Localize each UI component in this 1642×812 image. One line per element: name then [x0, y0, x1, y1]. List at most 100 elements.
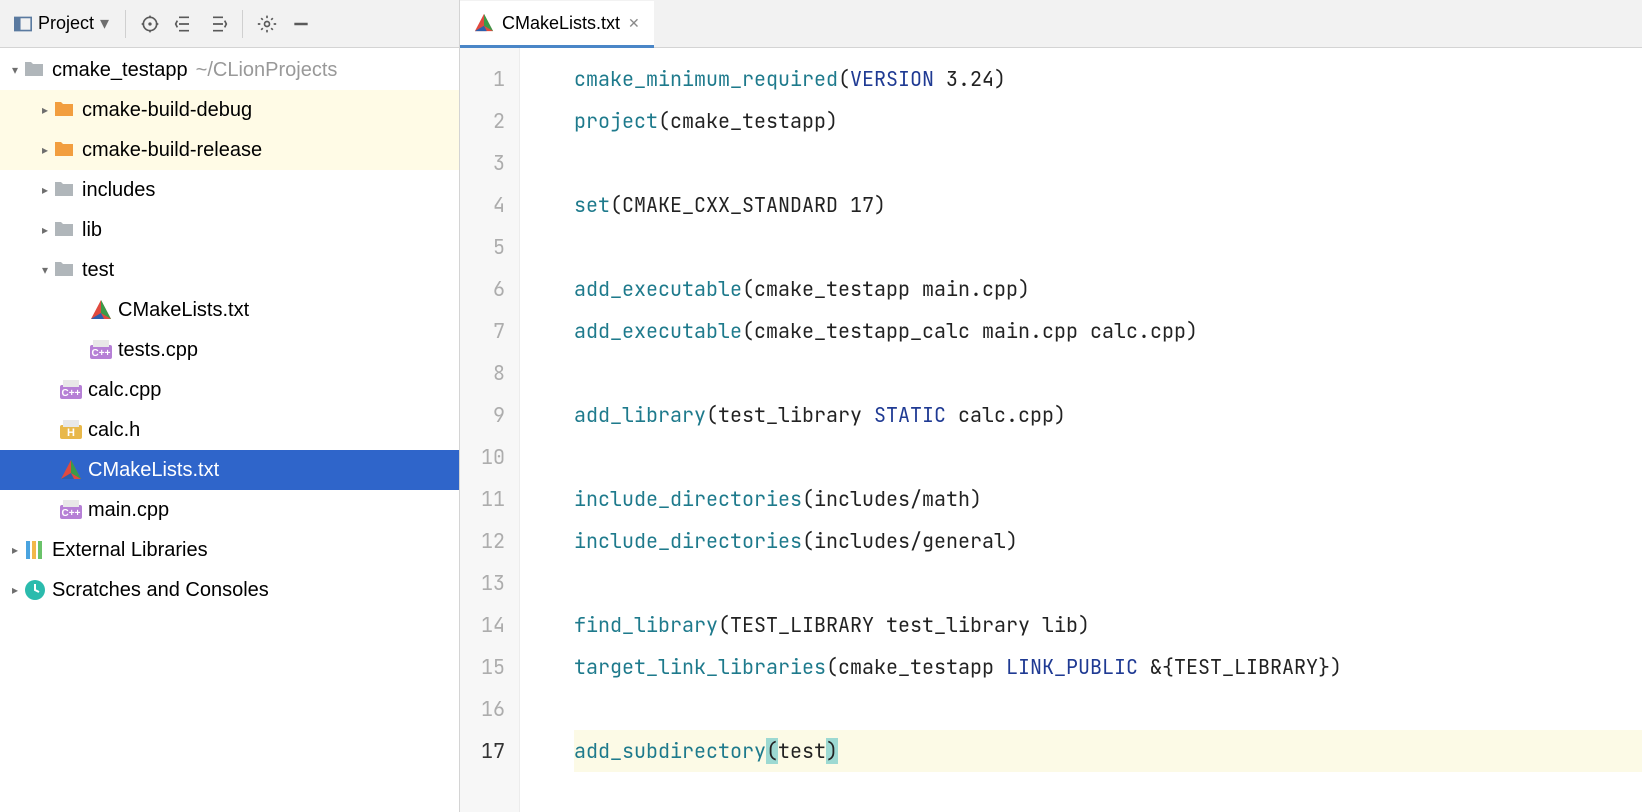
chevron-right-icon[interactable]: ▸ [36, 143, 54, 157]
line-number: 2 [460, 100, 519, 142]
project-view-label: Project [38, 13, 94, 34]
tree-item-build-release[interactable]: ▸ cmake-build-release [0, 130, 459, 170]
folder-icon [54, 99, 76, 121]
chevron-down-icon[interactable]: ▾ [36, 263, 54, 277]
dropdown-arrow-icon: ▾ [100, 13, 109, 34]
expand-all-button[interactable] [170, 10, 198, 38]
line-number: 5 [460, 226, 519, 268]
code-line[interactable] [574, 688, 1642, 730]
collapse-all-button[interactable] [204, 10, 232, 38]
tab-label: CMakeLists.txt [502, 13, 620, 34]
code-line[interactable] [574, 436, 1642, 478]
code-line[interactable]: project(cmake_testapp) [574, 100, 1642, 142]
line-number: 16 [460, 688, 519, 730]
line-number: 14 [460, 604, 519, 646]
library-icon [24, 539, 46, 561]
tree-item-label: cmake-build-debug [82, 99, 252, 122]
tree-item-label: calc.cpp [88, 379, 161, 402]
header-file-icon [60, 419, 82, 441]
cmake-icon [90, 299, 112, 321]
code-line[interactable]: set(CMAKE_CXX_STANDARD 17) [574, 184, 1642, 226]
tree-item-scratches[interactable]: ▸ Scratches and Consoles [0, 570, 459, 610]
tree-item-includes[interactable]: ▸ includes [0, 170, 459, 210]
project-view-icon [14, 15, 32, 33]
close-tab-button[interactable]: ✕ [628, 15, 640, 32]
tree-item-label: lib [82, 219, 102, 242]
tree-item-test[interactable]: ▾ test [0, 250, 459, 290]
code-line[interactable] [574, 142, 1642, 184]
line-number: 13 [460, 562, 519, 604]
tree-item-test-cmake[interactable]: CMakeLists.txt [0, 290, 459, 330]
tree-root[interactable]: ▾ cmake_testapp ~/CLionProjects [0, 50, 459, 90]
toolbar-separator [125, 10, 126, 38]
chevron-right-icon[interactable]: ▸ [36, 183, 54, 197]
line-number: 3 [460, 142, 519, 184]
project-tree[interactable]: ▾ cmake_testapp ~/CLionProjects ▸ cmake-… [0, 48, 460, 812]
tree-item-label: External Libraries [52, 539, 208, 562]
chevron-right-icon[interactable]: ▸ [36, 223, 54, 237]
code-line[interactable]: include_directories(includes/general) [574, 520, 1642, 562]
code-line[interactable]: add_library(test_library STATIC calc.cpp… [574, 394, 1642, 436]
tree-item-label: calc.h [88, 419, 140, 442]
code-line[interactable]: target_link_libraries(cmake_testapp LINK… [574, 646, 1642, 688]
cmake-icon [474, 13, 494, 33]
tree-item-label: includes [82, 179, 155, 202]
code-line[interactable]: find_library(TEST_LIBRARY test_library l… [574, 604, 1642, 646]
code-line[interactable]: include_directories(includes/math) [574, 478, 1642, 520]
editor-tabs: CMakeLists.txt ✕ [460, 0, 1642, 48]
hide-button[interactable] [287, 10, 315, 38]
settings-button[interactable] [253, 10, 281, 38]
line-number: 11 [460, 478, 519, 520]
tree-item-external-libraries[interactable]: ▸ External Libraries [0, 530, 459, 570]
code-line[interactable] [574, 226, 1642, 268]
code-editor[interactable]: 1234567891011121314151617 cmake_minimum_… [460, 48, 1642, 812]
code-body[interactable]: cmake_minimum_required(VERSION 3.24)proj… [520, 48, 1642, 812]
tree-item-label: cmake_testapp [52, 59, 188, 82]
chevron-right-icon[interactable]: ▸ [6, 543, 24, 557]
project-toolbar: Project ▾ [0, 0, 460, 48]
folder-icon [54, 219, 76, 241]
tree-item-lib[interactable]: ▸ lib [0, 210, 459, 250]
tree-item-label: tests.cpp [118, 339, 198, 362]
chevron-right-icon[interactable]: ▸ [6, 583, 24, 597]
chevron-down-icon[interactable]: ▾ [6, 63, 24, 77]
code-line[interactable] [574, 562, 1642, 604]
tree-item-label: CMakeLists.txt [118, 299, 249, 322]
line-number: 1 [460, 58, 519, 100]
tab-cmakelists[interactable]: CMakeLists.txt ✕ [460, 1, 654, 48]
tree-item-tests-cpp[interactable]: tests.cpp [0, 330, 459, 370]
line-number: 6 [460, 268, 519, 310]
tree-item-root-cmake[interactable]: CMakeLists.txt [0, 450, 459, 490]
line-number: 8 [460, 352, 519, 394]
select-opened-file-button[interactable] [136, 10, 164, 38]
code-line[interactable] [574, 352, 1642, 394]
tree-item-label: main.cpp [88, 499, 169, 522]
tree-item-label: Scratches and Consoles [52, 579, 269, 602]
code-line[interactable]: cmake_minimum_required(VERSION 3.24) [574, 58, 1642, 100]
folder-icon [54, 179, 76, 201]
folder-icon [54, 259, 76, 281]
tree-item-calc-cpp[interactable]: calc.cpp [0, 370, 459, 410]
tree-item-path: ~/CLionProjects [196, 59, 338, 82]
scratches-icon [24, 579, 46, 601]
line-number: 7 [460, 310, 519, 352]
line-number: 12 [460, 520, 519, 562]
line-number: 9 [460, 394, 519, 436]
cpp-file-icon [90, 339, 112, 361]
tree-item-label: CMakeLists.txt [88, 459, 219, 482]
chevron-right-icon[interactable]: ▸ [36, 103, 54, 117]
code-line[interactable]: add_subdirectory(test) [574, 730, 1642, 772]
code-line[interactable]: add_executable(cmake_testapp main.cpp) [574, 268, 1642, 310]
line-number-gutter: 1234567891011121314151617 [460, 48, 520, 812]
folder-icon [54, 139, 76, 161]
project-view-selector[interactable]: Project ▾ [8, 13, 115, 34]
folder-icon [24, 59, 46, 81]
code-line[interactable]: add_executable(cmake_testapp_calc main.c… [574, 310, 1642, 352]
line-number: 4 [460, 184, 519, 226]
tree-item-label: test [82, 259, 114, 282]
line-number: 10 [460, 436, 519, 478]
tree-item-calc-h[interactable]: calc.h [0, 410, 459, 450]
line-number: 15 [460, 646, 519, 688]
tree-item-build-debug[interactable]: ▸ cmake-build-debug [0, 90, 459, 130]
tree-item-main-cpp[interactable]: main.cpp [0, 490, 459, 530]
